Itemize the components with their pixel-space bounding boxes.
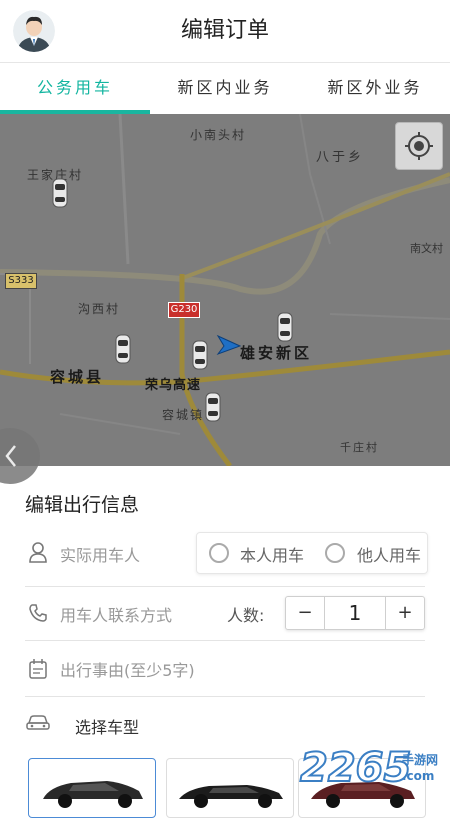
decrement-button[interactable]: − <box>286 597 325 629</box>
watermark-subtext: 手游网 <box>402 753 439 767</box>
map-label: 小南头村 <box>190 128 247 142</box>
page-title: 编辑订单 <box>180 18 269 43</box>
section-title: 编辑出行信息 <box>25 494 140 516</box>
divider <box>25 586 425 587</box>
road-shield-g230: G230 <box>168 302 200 318</box>
usage-type-selector: 本人用车 他人用车 <box>196 532 428 574</box>
tab-inside-new-area[interactable]: 新区内业务 <box>150 63 300 113</box>
car-marker-icon[interactable] <box>192 340 208 374</box>
map-label-xiongan: 雄安新区 <box>240 344 313 362</box>
map-label: 南文村 <box>410 242 443 255</box>
map-label: 沟西村 <box>78 302 121 316</box>
map-label: 千庄村 <box>340 441 379 454</box>
radio-other-label[interactable]: 他人用车 <box>357 542 421 566</box>
car-option-card[interactable] <box>28 758 156 818</box>
passenger-input[interactable]: 实际用车人 <box>60 542 140 566</box>
map-view[interactable]: 小南头村 八于乡 王家庄村 南文村 S333 沟西村 G230 雄安新区 容城县… <box>0 114 450 466</box>
car-marker-icon[interactable] <box>205 392 221 426</box>
passenger-count-label: 人数: <box>227 606 265 625</box>
car-marker-icon[interactable] <box>52 178 68 212</box>
map-label: 容城镇 <box>162 408 205 422</box>
watermark-logo: 2265 手游网 .com <box>296 744 450 800</box>
back-button[interactable] <box>0 428 40 484</box>
tab-outside-new-area[interactable]: 新区外业务 <box>300 63 450 113</box>
phone-icon <box>28 603 48 627</box>
header-bar: 编辑订单 <box>0 0 450 63</box>
radio-self-label[interactable]: 本人用车 <box>240 542 304 566</box>
divider <box>25 696 425 697</box>
crosshair-icon <box>405 132 433 160</box>
watermark-brand: 2265 <box>299 744 412 792</box>
tab-official-car[interactable]: 公务用车 <box>0 63 150 113</box>
map-label: 八于乡 <box>316 150 365 165</box>
car-image <box>43 781 143 808</box>
car-type-label: 选择车型 <box>75 718 140 737</box>
radio-self[interactable] <box>209 543 229 563</box>
locate-me-button[interactable] <box>395 122 443 170</box>
car-marker-icon[interactable] <box>115 334 131 368</box>
increment-button[interactable]: + <box>385 597 424 629</box>
trip-reason-input[interactable]: 出行事由(至少5字) <box>60 657 195 681</box>
car-image <box>179 785 283 808</box>
person-icon <box>28 541 48 567</box>
order-type-tabs: 公务用车 新区内业务 新区外业务 <box>0 63 450 114</box>
contact-input[interactable]: 用车人联系方式 <box>60 602 172 626</box>
map-label-rongwu: 荣乌高速 <box>145 378 202 393</box>
car-option-card[interactable] <box>166 758 294 818</box>
car-marker-icon[interactable] <box>277 312 293 346</box>
radio-other[interactable] <box>325 543 345 563</box>
passenger-count-stepper: − 1 + <box>285 596 425 630</box>
divider <box>25 640 425 641</box>
chevron-left-icon <box>5 445 16 467</box>
calendar-icon <box>28 658 48 684</box>
road-shield-s333: S333 <box>5 273 37 289</box>
current-location-arrow-icon <box>216 334 242 360</box>
watermark-url: .com <box>402 769 435 783</box>
map-label-rongcheng: 容城县 <box>50 368 105 386</box>
car-icon <box>26 714 50 736</box>
passenger-count-value[interactable]: 1 <box>325 597 385 629</box>
